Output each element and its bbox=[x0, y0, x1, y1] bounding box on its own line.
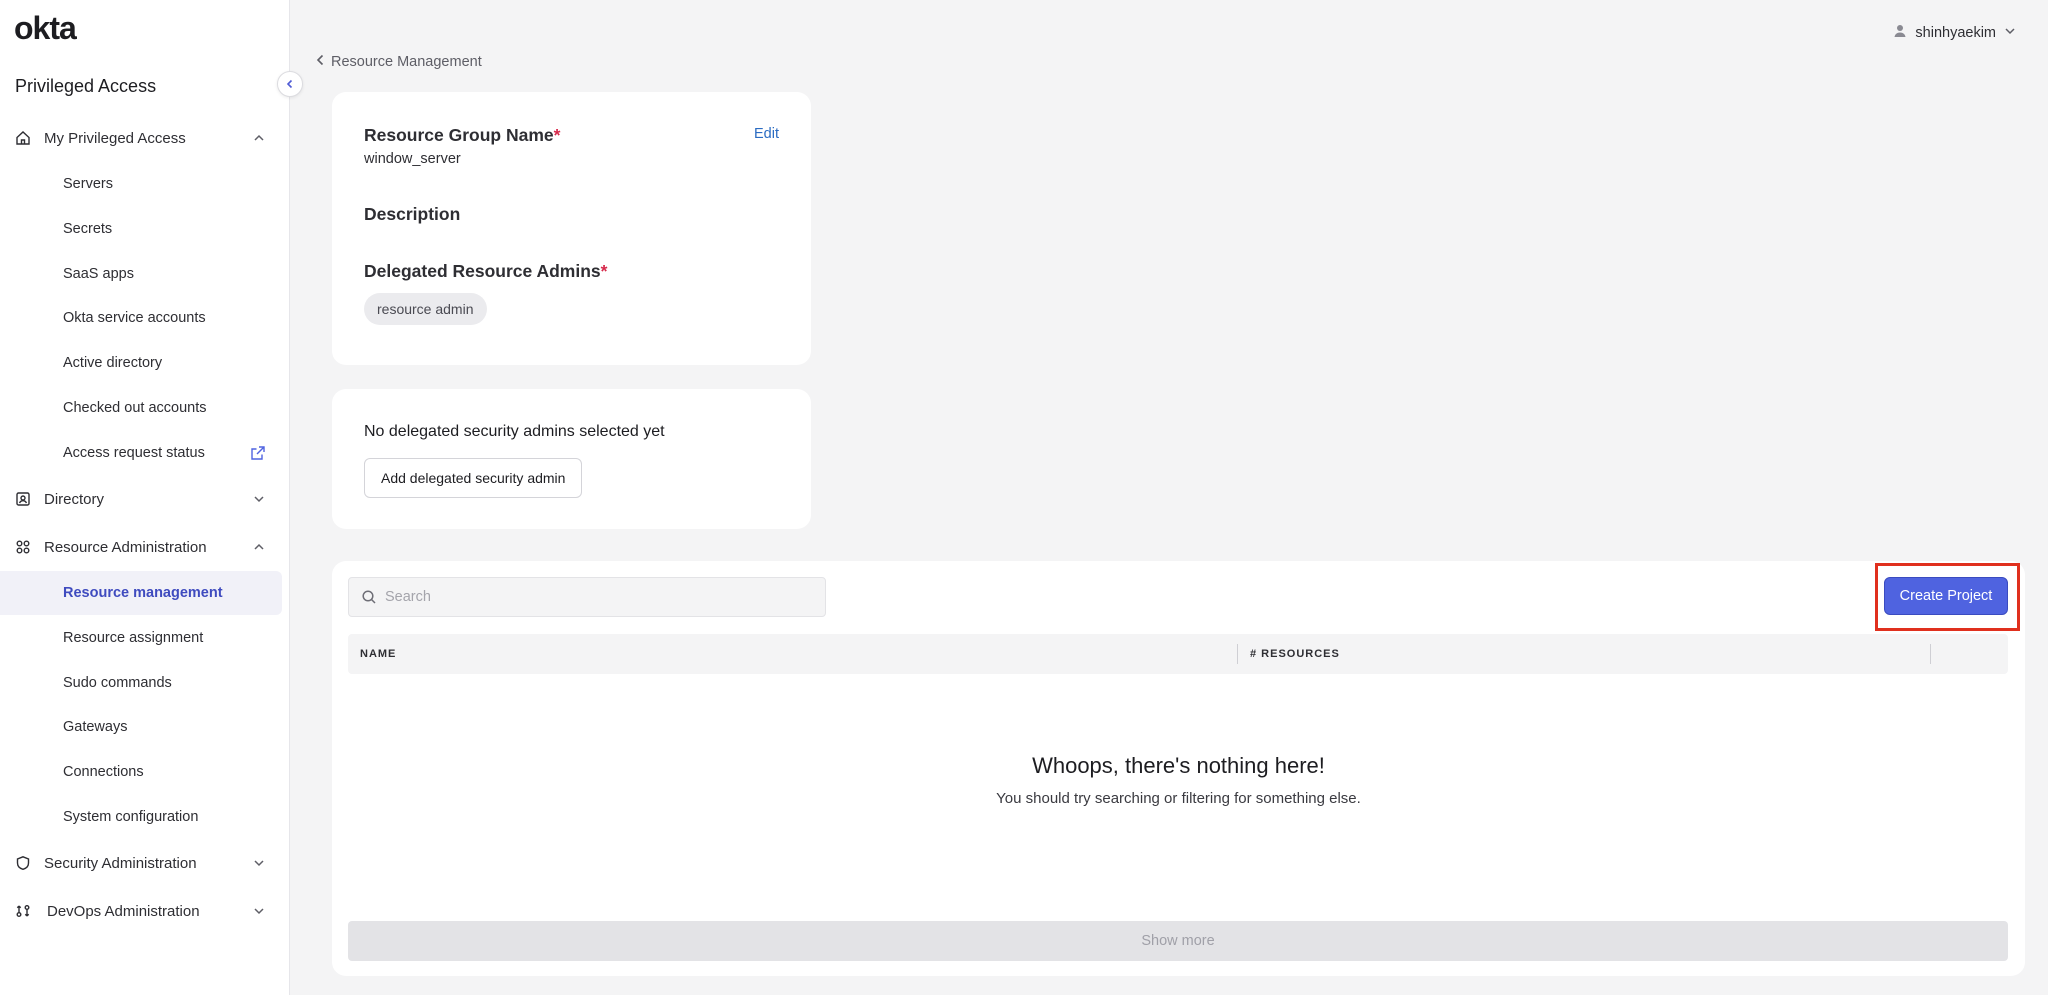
empty-state-subtitle: You should try searching or filtering fo… bbox=[996, 790, 1361, 807]
sidebar-item-system-configuration[interactable]: System configuration bbox=[0, 795, 282, 839]
field-label-text: Resource Group Name bbox=[364, 125, 554, 145]
projects-table-card: Create Project NAME # RESOURCES Whoops, … bbox=[332, 561, 2025, 976]
sidebar-item-label: System configuration bbox=[63, 809, 199, 825]
sidebar-item-connections[interactable]: Connections bbox=[0, 750, 282, 794]
search-box bbox=[348, 577, 826, 617]
sidebar-item-label: SaaS apps bbox=[63, 266, 134, 282]
devops-icon bbox=[14, 902, 32, 920]
create-project-button[interactable]: Create Project bbox=[1884, 577, 2008, 615]
show-more-button[interactable]: Show more bbox=[348, 921, 2008, 961]
sidebar-item-active-directory[interactable]: Active directory bbox=[0, 341, 282, 385]
grid-icon bbox=[14, 538, 32, 556]
sidebar-item-servers[interactable]: Servers bbox=[0, 162, 282, 206]
security-admins-card: No delegated security admins selected ye… bbox=[332, 389, 811, 529]
resource-group-name-label: Resource Group Name* bbox=[364, 125, 560, 146]
resource-group-card: Resource Group Name* Edit window_server … bbox=[332, 92, 811, 365]
description-label: Description bbox=[364, 204, 461, 224]
chevron-up-icon bbox=[252, 131, 266, 145]
nav-section-label: My Privileged Access bbox=[44, 129, 186, 147]
nav-section-label: DevOps Administration bbox=[47, 902, 200, 920]
chevron-left-icon bbox=[286, 79, 293, 89]
add-delegated-security-admin-button[interactable]: Add delegated security admin bbox=[364, 458, 583, 498]
nav-section-label: Security Administration bbox=[44, 854, 197, 872]
sidebar-item-label: Access request status bbox=[63, 445, 205, 461]
empty-state-title: Whoops, there's nothing here! bbox=[1032, 753, 1325, 778]
nav-section-resource-administration[interactable]: Resource Administration bbox=[0, 527, 290, 567]
sidebar-item-label: Resource management bbox=[63, 585, 223, 601]
chevron-down-icon bbox=[252, 856, 266, 870]
sidebar-item-sudo-commands[interactable]: Sudo commands bbox=[0, 661, 282, 705]
sidebar-item-checked-out-accounts[interactable]: Checked out accounts bbox=[0, 386, 282, 430]
delegated-resource-admins-label: Delegated Resource Admins* bbox=[364, 261, 607, 282]
resource-admin-chip: resource admin bbox=[364, 293, 487, 325]
sidebar-item-label: Resource assignment bbox=[63, 630, 204, 646]
username: shinhyaekim bbox=[1915, 25, 1996, 41]
chevron-down-icon bbox=[2004, 25, 2016, 41]
nav-section-label: Directory bbox=[44, 490, 105, 508]
sidebar-item-saas-apps[interactable]: SaaS apps bbox=[0, 252, 282, 296]
nav-section-security-administration[interactable]: Security Administration bbox=[0, 843, 290, 883]
external-link-icon bbox=[250, 445, 266, 461]
sidebar-item-label: Connections bbox=[63, 764, 144, 780]
nav-section-directory[interactable]: Directory bbox=[0, 479, 290, 519]
column-header-resources[interactable]: # RESOURCES bbox=[1250, 634, 1340, 674]
product-title: Privileged Access bbox=[15, 76, 157, 96]
sidebar-item-access-request-status[interactable]: Access request status bbox=[0, 431, 282, 475]
sidebar: okta Privileged Access My Privileged Acc… bbox=[0, 0, 290, 995]
table-header: NAME # RESOURCES bbox=[348, 634, 2008, 674]
sidebar-item-label: Gateways bbox=[63, 719, 128, 735]
chevron-up-icon bbox=[252, 540, 266, 554]
column-divider[interactable] bbox=[1930, 644, 1931, 664]
nav-section-my-privileged-access[interactable]: My Privileged Access bbox=[0, 118, 290, 158]
sidebar-item-label: Active directory bbox=[63, 355, 163, 371]
column-header-name[interactable]: NAME bbox=[360, 634, 396, 674]
user-icon bbox=[1893, 24, 1907, 42]
sidebar-item-label: Sudo commands bbox=[63, 675, 172, 691]
sidebar-item-resource-management[interactable]: Resource management bbox=[0, 571, 282, 615]
sidebar-item-label: Checked out accounts bbox=[63, 400, 207, 416]
chevron-left-icon bbox=[316, 54, 325, 70]
collapse-sidebar-button[interactable] bbox=[277, 71, 303, 97]
chevron-down-icon bbox=[252, 492, 266, 506]
sidebar-item-gateways[interactable]: Gateways bbox=[0, 705, 282, 749]
required-marker: * bbox=[553, 125, 561, 145]
sidebar-item-secrets[interactable]: Secrets bbox=[0, 207, 282, 251]
chevron-down-icon bbox=[252, 904, 266, 918]
sidebar-item-resource-assignment[interactable]: Resource assignment bbox=[0, 616, 282, 660]
column-divider[interactable] bbox=[1237, 644, 1238, 664]
search-icon bbox=[361, 589, 377, 605]
directory-icon bbox=[14, 490, 32, 508]
nav-section-label: Resource Administration bbox=[44, 538, 207, 556]
user-menu[interactable]: shinhyaekim bbox=[1893, 22, 2016, 44]
sidebar-item-label: Secrets bbox=[63, 221, 113, 237]
edit-button[interactable]: Edit bbox=[754, 126, 779, 142]
sidebar-item-label: Okta service accounts bbox=[63, 310, 206, 326]
sidebar-item-okta-service-accounts[interactable]: Okta service accounts bbox=[0, 296, 282, 340]
field-label-text: Delegated Resource Admins bbox=[364, 261, 601, 281]
resource-group-name-value: window_server bbox=[364, 151, 461, 167]
okta-logo[interactable]: okta bbox=[14, 10, 77, 46]
shield-icon bbox=[14, 854, 32, 872]
home-icon bbox=[14, 129, 32, 147]
no-security-admins-text: No delegated security admins selected ye… bbox=[364, 423, 665, 440]
sidebar-item-label: Servers bbox=[63, 176, 113, 192]
breadcrumb-link[interactable]: Resource Management bbox=[331, 54, 482, 70]
search-input[interactable] bbox=[385, 582, 805, 612]
breadcrumb[interactable]: Resource Management bbox=[316, 54, 482, 70]
required-marker: * bbox=[600, 261, 608, 281]
nav-section-devops-administration[interactable]: DevOps Administration bbox=[0, 891, 290, 931]
